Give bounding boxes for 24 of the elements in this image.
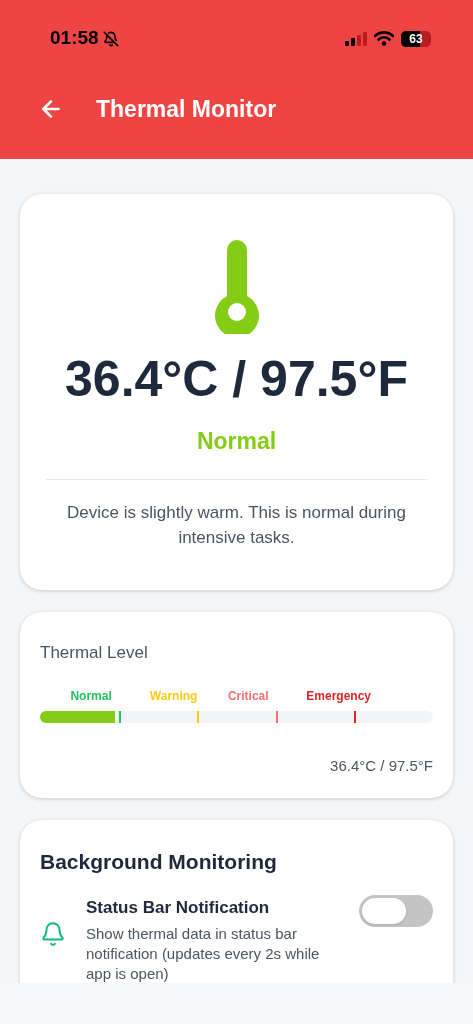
bell-off-icon [102, 30, 119, 47]
bell-icon [40, 921, 66, 947]
toggle-switch[interactable] [359, 895, 433, 927]
screen-title: Thermal Monitor [96, 95, 277, 124]
clock-time: 01:58 [50, 26, 99, 51]
card-title: Thermal Level [40, 641, 149, 664]
thermal-reading: 36.4°C / 97.5°F [330, 756, 433, 776]
zone-label: Critical [227, 688, 269, 705]
status-message: Device is slightly warm. This is normal during intensive tasks. [66, 501, 407, 549]
signal-icon [345, 31, 367, 46]
setting-title: Status Bar Notification [86, 897, 271, 919]
wifi-icon [374, 31, 394, 46]
zone-label: Emergency [306, 688, 371, 705]
zone-label: Warning [149, 688, 198, 705]
setting-description: Show thermal data in status bar notification (updates every 2s while app is open) [86, 923, 321, 984]
temperature-reading: 36.4°C / 97.5°F [65, 354, 408, 404]
zone-marker [197, 711, 200, 723]
thermometer-icon [212, 238, 261, 334]
status-label: Normal [196, 427, 277, 456]
zone-marker [275, 711, 278, 723]
section-title: Background Monitoring [40, 848, 278, 875]
zone-label: Normal [70, 688, 112, 705]
zone-marker [118, 711, 121, 723]
zone-marker [354, 711, 357, 723]
